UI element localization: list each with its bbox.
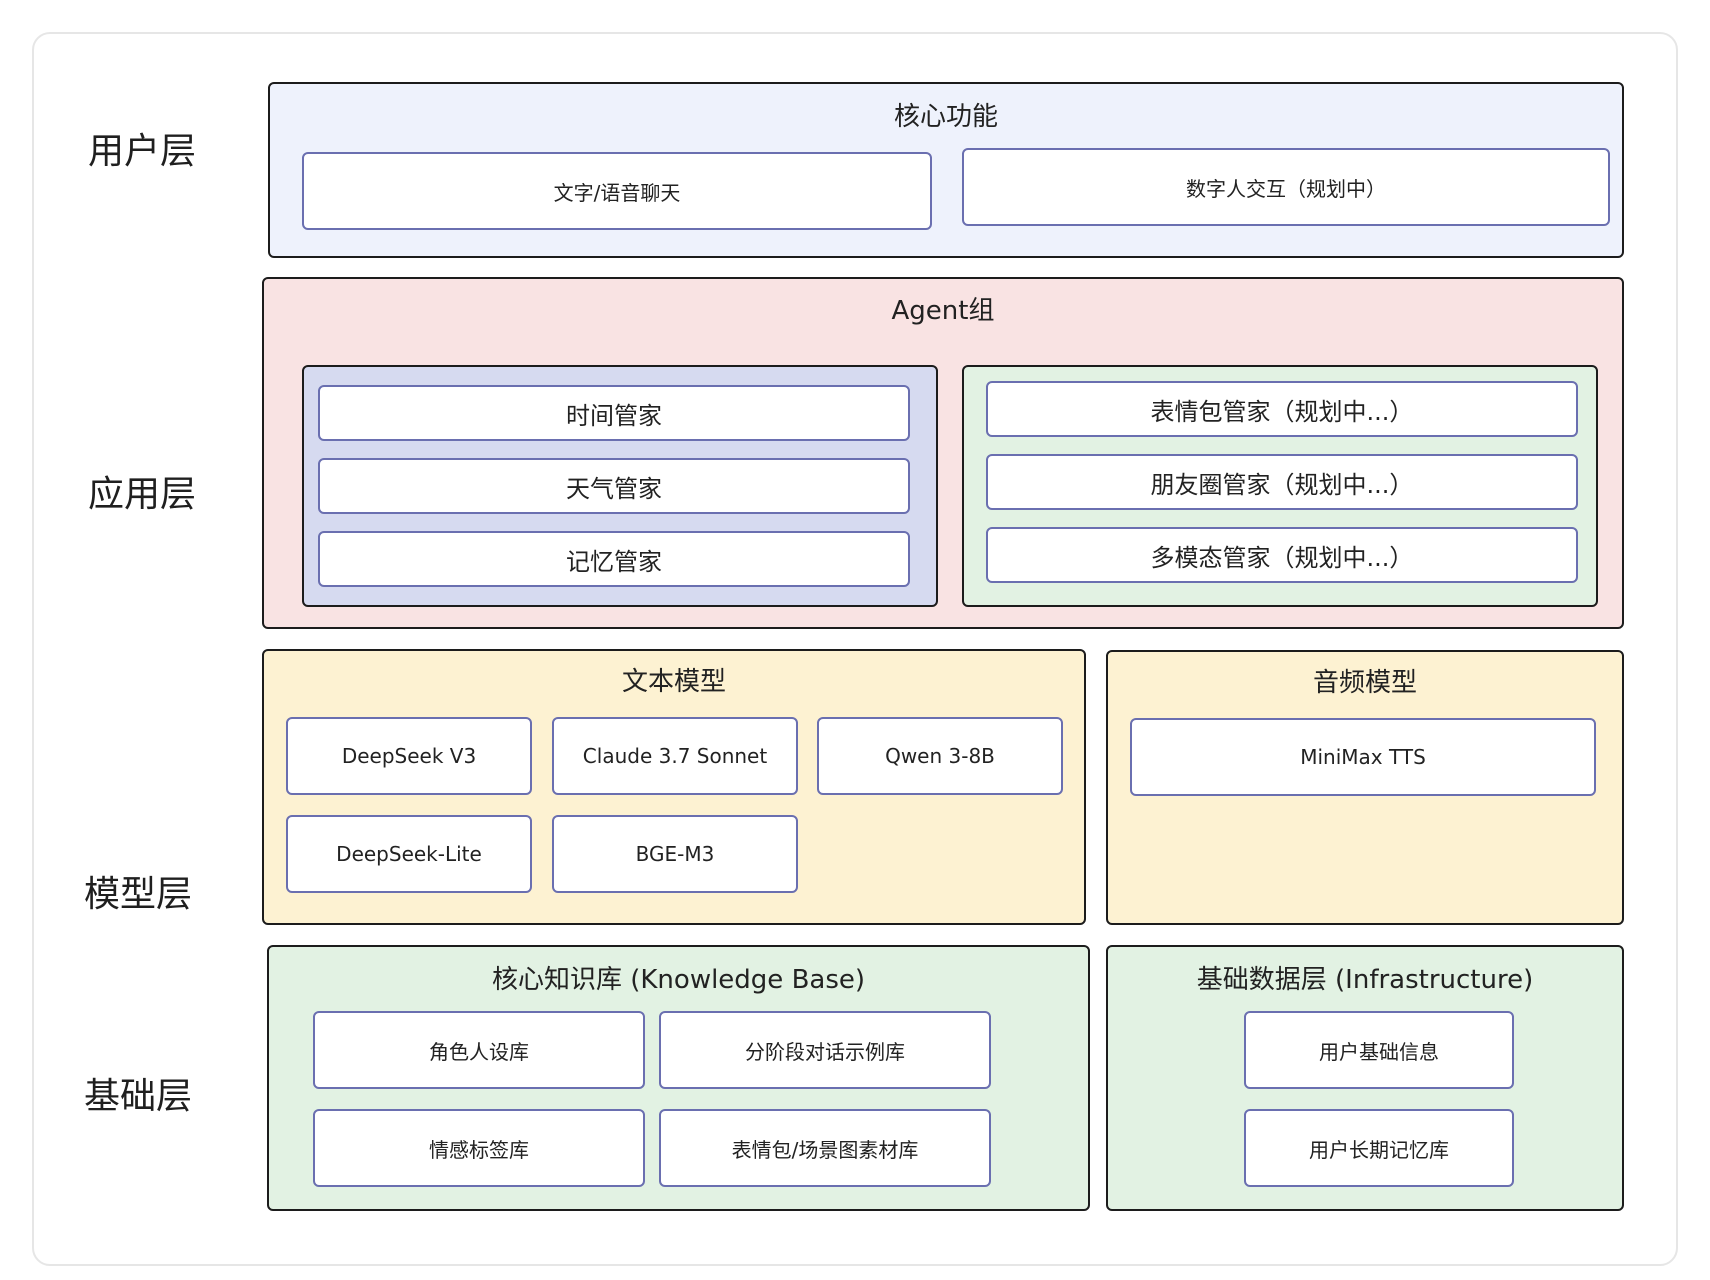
layer-label-model: 模型层	[84, 874, 193, 915]
agent-box-moments: 朋友圈管家（规划中...）	[986, 454, 1578, 510]
model-box-minimax: MiniMax TTS	[1130, 718, 1596, 796]
agent-box-memory: 记忆管家	[318, 531, 910, 587]
model-box-deepseek-lite: DeepSeek-Lite	[286, 815, 532, 893]
model-box-bge: BGE-M3	[552, 815, 798, 893]
agent-box-weather: 天气管家	[318, 458, 910, 514]
app-layer-title: Agent组	[891, 296, 995, 326]
feature-box-digital-human: 数字人交互（规划中）	[962, 148, 1610, 226]
app-layer-panel: Agent组 时间管家 天气管家 记忆管家 表情包管家（规划中...） 朋友圈管…	[262, 277, 1624, 629]
agent-box-sticker: 表情包管家（规划中...）	[986, 381, 1578, 437]
infrastructure-panel: 基础数据层 (Infrastructure) 用户基础信息 用户长期记忆库	[1106, 945, 1624, 1211]
layer-label-base: 基础层	[84, 1076, 193, 1117]
model-box-claude: Claude 3.7 Sonnet	[552, 717, 798, 795]
text-model-panel: 文本模型 DeepSeek V3 Claude 3.7 Sonnet Qwen …	[262, 649, 1086, 925]
audio-model-panel: 音频模型 MiniMax TTS	[1106, 650, 1624, 925]
agent-box-multimodal: 多模态管家（规划中...）	[986, 527, 1578, 583]
infra-box-long-term-memory: 用户长期记忆库	[1244, 1109, 1514, 1187]
infrastructure-title: 基础数据层 (Infrastructure)	[1196, 965, 1534, 995]
model-box-deepseek-v3: DeepSeek V3	[286, 717, 532, 795]
feature-box-chat: 文字/语音聊天	[302, 152, 932, 230]
audio-model-title: 音频模型	[1312, 668, 1417, 698]
kb-box-dialog-examples: 分阶段对话示例库	[659, 1011, 991, 1089]
text-model-title: 文本模型	[621, 667, 726, 697]
kb-box-sticker-assets: 表情包/场景图素材库	[659, 1109, 991, 1187]
user-layer-panel: 核心功能 文字/语音聊天 数字人交互（规划中）	[268, 82, 1624, 258]
layer-label-app: 应用层	[88, 474, 197, 515]
kb-box-persona: 角色人设库	[313, 1011, 645, 1089]
model-box-qwen: Qwen 3-8B	[817, 717, 1063, 795]
kb-box-emotion-tags: 情感标签库	[313, 1109, 645, 1187]
user-layer-title: 核心功能	[893, 102, 998, 132]
agent-box-time: 时间管家	[318, 385, 910, 441]
agent-group-planned: 表情包管家（规划中...） 朋友圈管家（规划中...） 多模态管家（规划中...…	[962, 365, 1598, 607]
layer-label-user: 用户层	[88, 131, 197, 172]
agent-group-active: 时间管家 天气管家 记忆管家	[302, 365, 938, 607]
infra-box-user-info: 用户基础信息	[1244, 1011, 1514, 1089]
knowledge-base-title: 核心知识库 (Knowledge Base)	[491, 965, 866, 995]
knowledge-base-panel: 核心知识库 (Knowledge Base) 角色人设库 分阶段对话示例库 情感…	[267, 945, 1090, 1211]
